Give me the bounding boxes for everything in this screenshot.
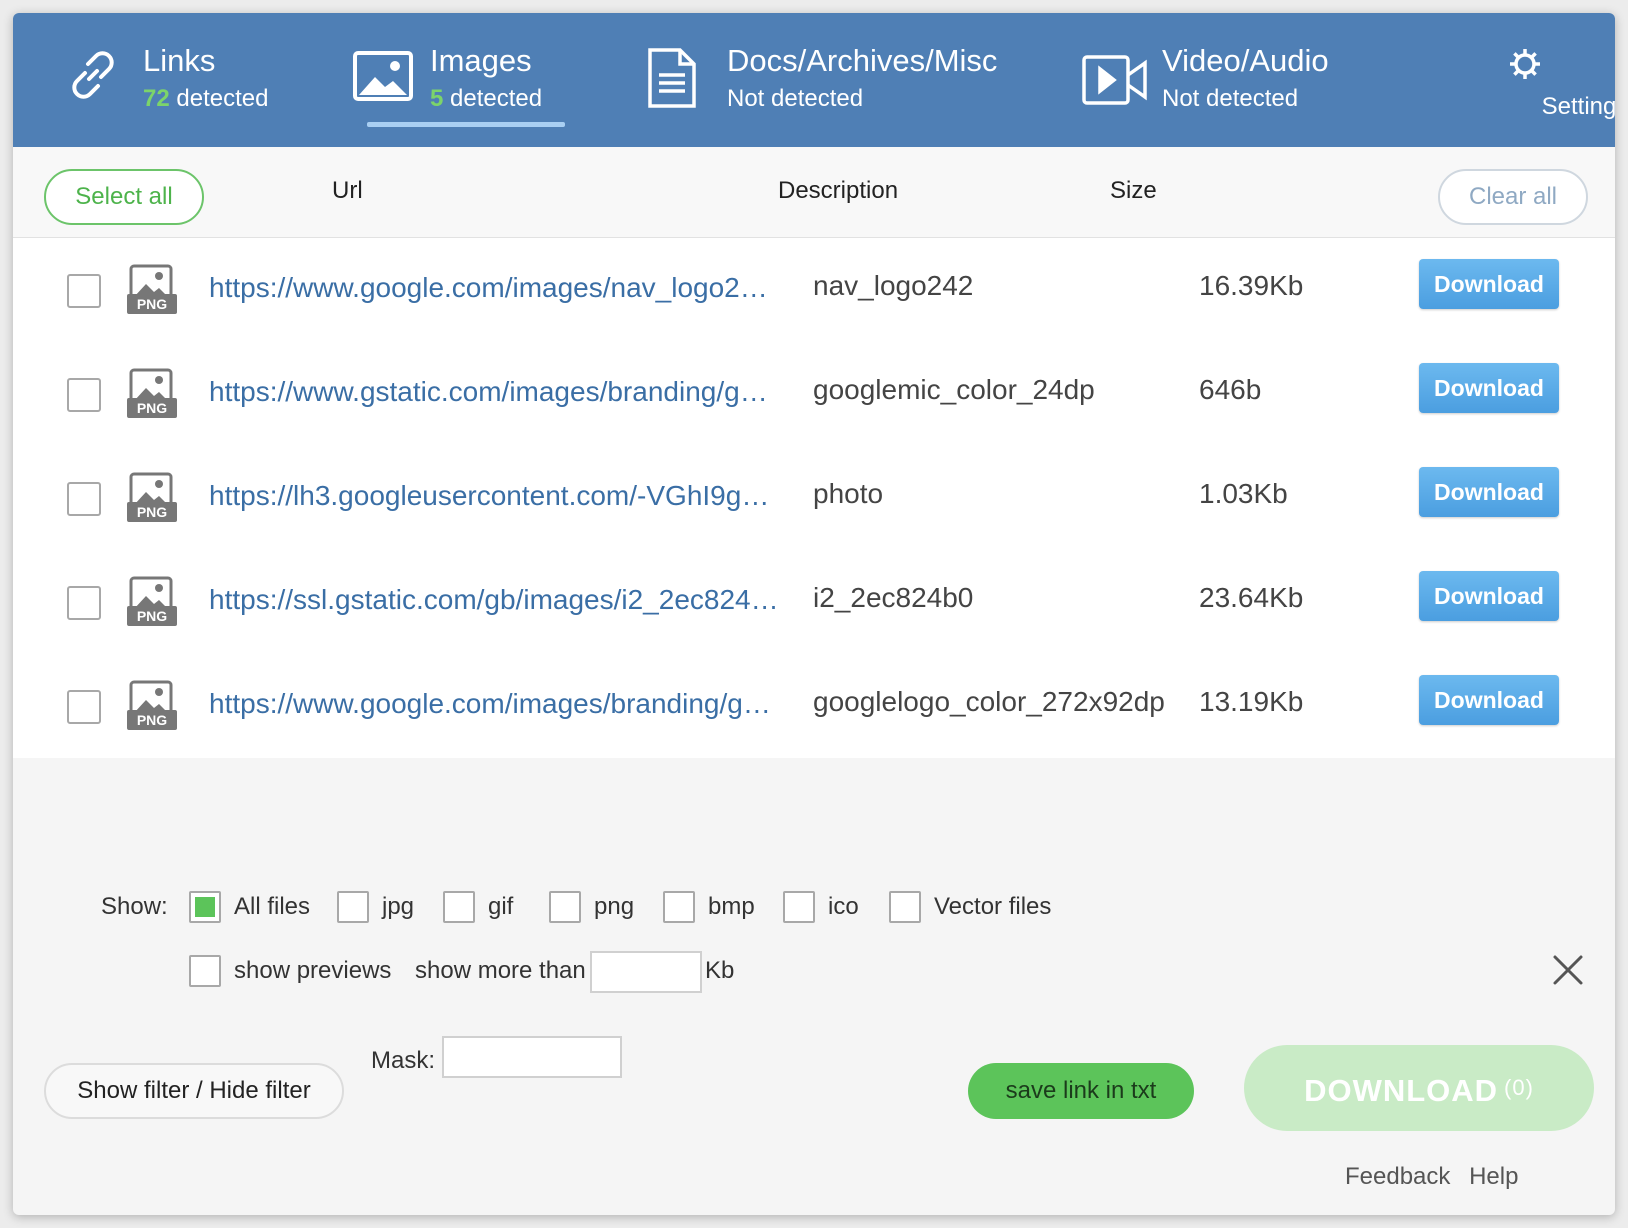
select-all-button[interactable]: Select all bbox=[44, 169, 204, 225]
png-file-icon: PNG bbox=[127, 576, 177, 633]
filter-ico-label: ico bbox=[828, 893, 859, 920]
file-url-link[interactable]: https://www.google.com/images/branding/g… bbox=[209, 688, 779, 720]
show-previews-label: show previews bbox=[234, 957, 392, 984]
download-button[interactable]: Download bbox=[1419, 467, 1559, 517]
download-manager-popup: Links 72 detected Images 5 detected Docs… bbox=[13, 13, 1615, 1215]
png-file-icon: PNG bbox=[127, 368, 177, 425]
file-description: nav_logo242 bbox=[813, 270, 974, 301]
file-url-link[interactable]: https://lh3.googleusercontent.com/-VGhI9… bbox=[209, 480, 779, 512]
tab-status: Not detected bbox=[1162, 85, 1299, 112]
file-size: 13.19Kb bbox=[1199, 686, 1304, 717]
filter-all-files-checkbox[interactable] bbox=[189, 891, 221, 923]
file-type-label: PNG bbox=[137, 712, 167, 728]
mask-input[interactable] bbox=[442, 1036, 622, 1078]
file-size: 646b bbox=[1199, 374, 1262, 405]
column-description: Description bbox=[778, 177, 899, 204]
tab-video-audio[interactable]: Video/Audio Not detected bbox=[1082, 13, 1412, 147]
size-unit-label: Kb bbox=[705, 957, 735, 984]
filter-vector-label: Vector files bbox=[934, 893, 1052, 920]
feedback-link[interactable]: Feedback bbox=[1345, 1163, 1450, 1190]
filter-png-label: png bbox=[594, 893, 635, 920]
settings-label: Settings bbox=[1541, 93, 1615, 120]
show-label: Show: bbox=[101, 893, 168, 920]
clear-all-button[interactable]: Clear all bbox=[1438, 169, 1588, 225]
footer-links: Feedback Help bbox=[1339, 1163, 1524, 1191]
mask-label: Mask: bbox=[371, 1047, 436, 1074]
show-previews-checkbox[interactable] bbox=[189, 955, 221, 987]
active-tab-indicator bbox=[367, 122, 565, 127]
link-icon bbox=[63, 45, 123, 110]
row-checkbox[interactable] bbox=[67, 690, 101, 724]
tab-status: 72 detected bbox=[143, 85, 269, 112]
save-link-txt-button[interactable]: save link in txt bbox=[968, 1063, 1194, 1119]
file-row: PNG https://lh3.googleusercontent.com/-V… bbox=[13, 446, 1615, 550]
file-url-link[interactable]: https://www.google.com/images/nav_logo24… bbox=[209, 272, 779, 304]
tab-title: Images bbox=[430, 43, 532, 78]
png-file-icon: PNG bbox=[127, 472, 177, 529]
gear-icon bbox=[1510, 49, 1540, 79]
column-url: Url bbox=[332, 177, 363, 204]
settings-button[interactable]: Settings bbox=[1465, 13, 1615, 147]
download-button[interactable]: Download bbox=[1419, 675, 1559, 725]
tab-title: Links bbox=[143, 43, 216, 78]
file-size: 16.39Kb bbox=[1199, 270, 1304, 301]
download-count: (0) bbox=[1504, 1075, 1534, 1100]
file-row: PNG https://www.gstatic.com/images/brand… bbox=[13, 342, 1615, 446]
filter-png-checkbox[interactable] bbox=[549, 891, 581, 923]
document-icon bbox=[647, 47, 697, 114]
show-more-than-label: show more than bbox=[415, 957, 586, 984]
filter-vector-checkbox[interactable] bbox=[889, 891, 921, 923]
tab-title: Docs/Archives/Misc bbox=[727, 43, 998, 78]
file-row: PNG https://www.google.com/images/nav_lo… bbox=[13, 238, 1615, 342]
file-size: 1.03Kb bbox=[1199, 478, 1288, 509]
column-header: Select all Url Description Size Clear al… bbox=[13, 147, 1615, 238]
row-checkbox[interactable] bbox=[67, 482, 101, 516]
filter-all-files-label: All files bbox=[234, 893, 311, 920]
filter-gif-checkbox[interactable] bbox=[443, 891, 475, 923]
close-icon[interactable] bbox=[1551, 953, 1585, 992]
file-row: PNG https://ssl.gstatic.com/gb/images/i2… bbox=[13, 550, 1615, 654]
file-type-label: PNG bbox=[137, 400, 167, 416]
filter-ico-checkbox[interactable] bbox=[783, 891, 815, 923]
file-type-label: PNG bbox=[137, 608, 167, 624]
download-all-button[interactable]: DOWNLOAD (0) bbox=[1244, 1045, 1594, 1131]
file-row: PNG https://www.google.com/images/brandi… bbox=[13, 654, 1615, 758]
filter-bmp-checkbox[interactable] bbox=[663, 891, 695, 923]
download-button[interactable]: Download bbox=[1419, 571, 1559, 621]
file-description: googlemic_color_24dp bbox=[813, 374, 1095, 405]
filter-jpg-checkbox[interactable] bbox=[337, 891, 369, 923]
tab-status: Not detected bbox=[727, 85, 864, 112]
download-button[interactable]: Download bbox=[1419, 259, 1559, 309]
tab-title: Video/Audio bbox=[1162, 43, 1329, 78]
help-link[interactable]: Help bbox=[1469, 1163, 1518, 1190]
file-size: 23.64Kb bbox=[1199, 582, 1304, 613]
file-description: googlelogo_color_272x92dp bbox=[813, 686, 1165, 717]
filter-gif-label: gif bbox=[488, 893, 514, 920]
file-description: i2_2ec824b0 bbox=[813, 582, 974, 613]
tab-links[interactable]: Links 72 detected bbox=[63, 13, 323, 147]
column-size: Size bbox=[1110, 177, 1157, 204]
file-type-label: PNG bbox=[137, 504, 167, 520]
tab-status: 5 detected bbox=[430, 85, 543, 112]
filter-bmp-label: bmp bbox=[708, 893, 755, 920]
category-tab-bar: Links 72 detected Images 5 detected Docs… bbox=[13, 13, 1615, 147]
row-checkbox[interactable] bbox=[67, 378, 101, 412]
tab-docs-archives-misc[interactable]: Docs/Archives/Misc Not detected bbox=[647, 13, 1047, 147]
toggle-filter-button[interactable]: Show filter / Hide filter bbox=[44, 1063, 344, 1119]
row-checkbox[interactable] bbox=[67, 586, 101, 620]
video-icon bbox=[1082, 55, 1148, 110]
download-button[interactable]: Download bbox=[1419, 363, 1559, 413]
file-url-link[interactable]: https://ssl.gstatic.com/gb/images/i2_2ec… bbox=[209, 584, 779, 616]
filter-jpg-label: jpg bbox=[382, 893, 415, 920]
download-all-label: DOWNLOAD bbox=[1304, 1073, 1499, 1108]
file-list: PNG https://www.google.com/images/nav_lo… bbox=[13, 238, 1615, 758]
image-icon bbox=[353, 51, 413, 106]
row-checkbox[interactable] bbox=[67, 274, 101, 308]
png-file-icon: PNG bbox=[127, 264, 177, 321]
png-file-icon: PNG bbox=[127, 680, 177, 737]
file-description: photo bbox=[813, 478, 884, 509]
file-url-link[interactable]: https://www.gstatic.com/images/branding/… bbox=[209, 376, 779, 408]
file-type-label: PNG bbox=[137, 296, 167, 312]
min-size-input[interactable] bbox=[590, 951, 702, 993]
